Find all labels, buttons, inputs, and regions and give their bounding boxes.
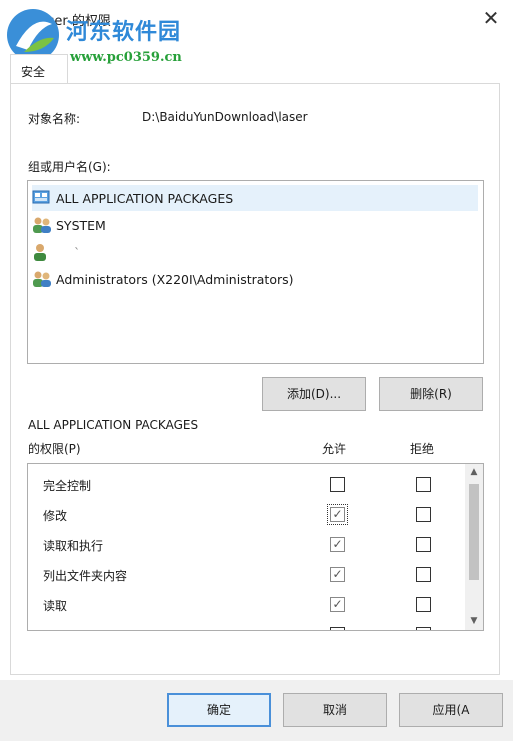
table-row: 完全控制 (28, 470, 462, 500)
deny-checkbox[interactable] (416, 507, 431, 522)
scrollbar-thumb[interactable] (469, 484, 479, 580)
ok-button[interactable]: 确定 (167, 693, 271, 727)
add-button[interactable]: 添加(D)... (262, 377, 366, 411)
list-item[interactable]: ` (32, 239, 478, 265)
allow-column-header: 允许 (322, 442, 347, 456)
deny-checkbox[interactable] (416, 477, 431, 492)
allow-checkbox[interactable]: ✓ (330, 537, 345, 552)
users-list[interactable]: ALL APPLICATION PACKAGES SYSTEM ` Admini… (27, 180, 484, 364)
list-item[interactable]: ALL APPLICATION PACKAGES (32, 185, 478, 211)
user-name: ALL APPLICATION PACKAGES (56, 190, 234, 206)
deny-checkbox[interactable] (416, 597, 431, 612)
cancel-button[interactable]: 取消 (283, 693, 387, 727)
permissions-scrollbar[interactable]: ▲ ▼ (465, 464, 483, 630)
list-item[interactable]: SYSTEM (32, 212, 478, 238)
user-group-icon (33, 217, 51, 233)
deny-checkbox[interactable] (416, 567, 431, 582)
allow-checkbox[interactable] (330, 627, 345, 630)
scroll-up-icon[interactable]: ▲ (465, 464, 483, 481)
permission-name: 读取 (43, 599, 68, 613)
user-name: SYSTEM (56, 217, 106, 233)
user-name: ` (74, 244, 81, 260)
user-icon (34, 244, 46, 261)
permission-name: 列出文件夹内容 (43, 569, 128, 583)
table-row: 修改 ✓ (28, 500, 462, 530)
close-icon[interactable]: ✕ (481, 8, 501, 28)
permissions-heading-suffix: 的权限(P) (28, 442, 81, 456)
allow-checkbox[interactable]: ✓ (330, 567, 345, 582)
deny-column-header: 拒绝 (410, 442, 435, 456)
allow-checkbox[interactable]: ✓ (327, 504, 348, 525)
table-row: 写入 (28, 620, 462, 630)
permission-name: 读取和执行 (43, 539, 104, 553)
app-packages-icon (32, 190, 50, 204)
user-group-icon (33, 271, 51, 287)
remove-button[interactable]: 删除(R) (379, 377, 483, 411)
object-name-label: 对象名称: (28, 112, 81, 126)
allow-checkbox[interactable] (330, 477, 345, 492)
permission-name: 完全控制 (43, 479, 92, 493)
permissions-heading: ALL APPLICATION PACKAGES (28, 418, 199, 432)
table-row: 读取 ✓ (28, 590, 462, 620)
users-list-label: 组或用户名(G): (28, 160, 111, 174)
scroll-down-icon[interactable]: ▼ (465, 613, 483, 630)
deny-checkbox[interactable] (416, 537, 431, 552)
permissions-list[interactable]: 完全控制 修改 ✓ 读取和执行 ✓ 列出文件夹内容 ✓ 读取 ✓ 写入 ▲ ▼ (27, 463, 484, 631)
permission-name: 修改 (43, 509, 68, 523)
list-item[interactable]: Administrators (X220I\Administrators) (32, 266, 478, 292)
window-title: laser 的权限 (36, 14, 111, 29)
watermark-url: www.pc0359.cn (70, 50, 182, 65)
allow-checkbox[interactable]: ✓ (330, 597, 345, 612)
permission-name: 写入 (43, 627, 67, 630)
title-bar: laser 的权限 ✕ (0, 0, 513, 38)
table-row: 列出文件夹内容 ✓ (28, 560, 462, 590)
table-row: 读取和执行 ✓ (28, 530, 462, 560)
deny-checkbox[interactable] (416, 627, 431, 630)
apply-button[interactable]: 应用(A (399, 693, 503, 727)
user-name: Administrators (X220I\Administrators) (56, 271, 294, 287)
object-name-value: D:\BaiduYunDownload\laser (142, 110, 308, 124)
tab-security[interactable]: 安全 (10, 54, 68, 84)
